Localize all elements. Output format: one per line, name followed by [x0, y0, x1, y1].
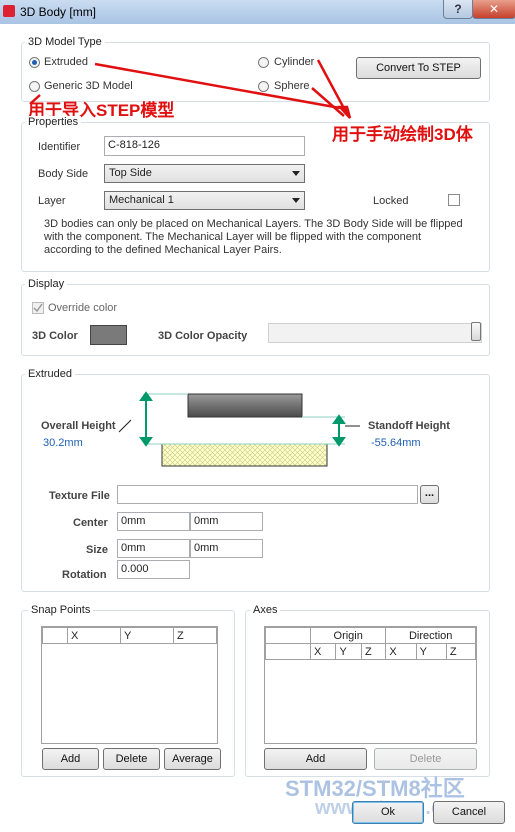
snap-add-button[interactable]: Add [42, 748, 99, 770]
rotation-label: Rotation [62, 569, 107, 581]
ok-button[interactable]: Ok [352, 801, 424, 824]
standoff-height-label: Standoff Height [368, 420, 450, 432]
axes-table[interactable]: Origin Direction X Y Z X Y Z [264, 626, 477, 744]
header-cell [42, 627, 68, 644]
center-y-input[interactable]: 0mm [190, 512, 263, 531]
header-cell[interactable]: Y [415, 643, 447, 660]
snap-points-label: Snap Points [28, 604, 94, 616]
axes-label: Axes [250, 604, 281, 616]
axes-header: X Y Z X Y Z [265, 643, 477, 660]
center-x-input[interactable]: 0mm [117, 512, 190, 531]
axes-group-header: Origin Direction [265, 627, 476, 644]
header-cell[interactable]: Y [120, 627, 174, 644]
overall-height-label: Overall Height [41, 420, 116, 432]
snap-points-header: X Y Z [42, 627, 217, 644]
header-cell[interactable]: Z [445, 643, 477, 660]
header-cell [265, 627, 311, 644]
snap-average-button[interactable]: Average [164, 748, 221, 770]
direction-header: Direction [385, 627, 476, 644]
browse-texture-button[interactable]: ... [420, 485, 439, 504]
header-cell[interactable]: X [385, 643, 417, 660]
axes-delete-button[interactable]: Delete [374, 748, 477, 770]
size-x-input[interactable]: 0mm [117, 539, 190, 558]
size-y-input[interactable]: 0mm [190, 539, 263, 558]
texture-file-input[interactable] [117, 485, 418, 504]
size-label: Size [86, 544, 109, 556]
header-cell[interactable]: X [67, 627, 121, 644]
header-cell[interactable]: Y [335, 643, 362, 660]
snap-delete-button[interactable]: Delete [103, 748, 160, 770]
snap-points-table[interactable]: X Y Z [41, 626, 218, 744]
header-cell[interactable]: Z [173, 627, 217, 644]
overall-height-value[interactable]: 30.2mm [43, 437, 83, 449]
origin-header: Origin [309, 627, 387, 644]
cancel-button[interactable]: Cancel [433, 801, 505, 824]
header-cell[interactable]: Z [360, 643, 387, 660]
rotation-input[interactable]: 0.000 [117, 560, 190, 579]
header-cell [265, 643, 311, 660]
texture-file-label: Texture File [49, 490, 110, 502]
axes-add-button[interactable]: Add [264, 748, 367, 770]
header-cell[interactable]: X [309, 643, 337, 660]
standoff-height-value[interactable]: -55.64mm [371, 437, 421, 449]
center-label: Center [73, 517, 108, 529]
